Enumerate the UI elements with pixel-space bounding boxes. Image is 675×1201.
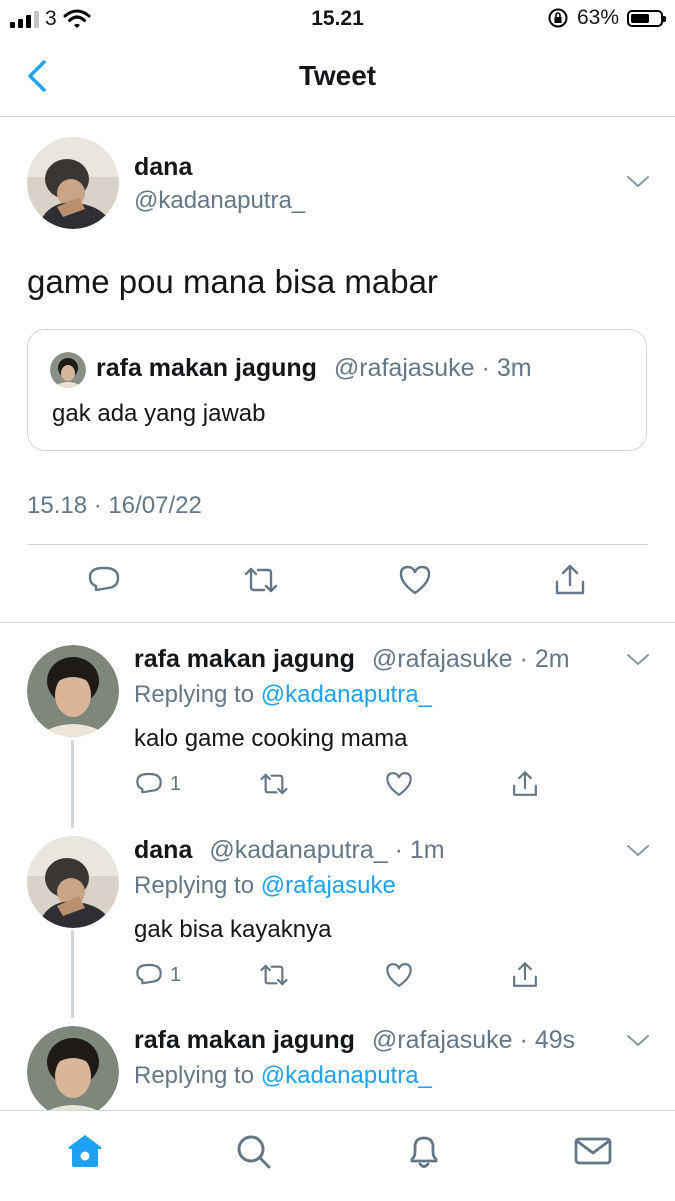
quote-time: · 3m xyxy=(481,354,532,382)
reply-header: dana @kadanaputra_ · 1m xyxy=(134,836,445,865)
quote-tweet-card[interactable]: rafa makan jagung @rafajasuke · 3m gak a… xyxy=(27,329,647,451)
reply-author-name[interactable]: rafa makan jagung xyxy=(134,1026,355,1054)
share-icon[interactable] xyxy=(552,562,588,598)
section-divider xyxy=(0,622,675,623)
reply-actions: 1 xyxy=(134,960,554,996)
replying-to-label: Replying to xyxy=(134,872,255,899)
rotation-lock-icon xyxy=(548,8,568,28)
quote-header: rafa makan jagung @rafajasuke · 3m xyxy=(96,354,532,383)
like-icon[interactable] xyxy=(397,562,433,598)
tweet-actions xyxy=(0,562,675,622)
retweet-icon[interactable] xyxy=(242,562,280,598)
reply-avatar[interactable] xyxy=(27,1026,119,1110)
bottom-tab-bar xyxy=(0,1110,675,1201)
page-title: Tweet xyxy=(298,60,377,91)
tweet-text: game pou mana bisa mabar xyxy=(27,263,438,300)
reply-text: gak bisa kayaknya xyxy=(134,916,332,943)
reply-count: 1 xyxy=(170,772,182,795)
replying-to-handle[interactable]: @kadanaputra_ xyxy=(261,681,432,708)
replying-to-handle[interactable]: @rafajasuke xyxy=(261,872,396,899)
replying-to: Replying to @kadanaputra_ xyxy=(134,1062,432,1090)
reply-author-handle[interactable]: @kadanaputra_ xyxy=(209,836,387,864)
reply-tweet[interactable]: rafa makan jagung @rafajasuke · 49s Repl… xyxy=(0,1026,675,1110)
reply-time: · 1m xyxy=(394,836,445,864)
quote-text: gak ada yang jawab xyxy=(52,400,266,427)
search-icon[interactable] xyxy=(233,1131,273,1171)
reply-avatar[interactable] xyxy=(27,645,119,737)
reply-icon[interactable] xyxy=(86,562,122,598)
author-name[interactable]: dana xyxy=(134,153,192,182)
author-avatar[interactable] xyxy=(27,137,119,229)
home-icon[interactable] xyxy=(65,1131,105,1171)
reply-author-name[interactable]: rafa makan jagung xyxy=(134,645,355,673)
quote-author-avatar xyxy=(50,352,86,388)
divider xyxy=(27,544,648,545)
replying-to-handle[interactable]: @kadanaputra_ xyxy=(261,1062,432,1089)
reply-actions: 1 xyxy=(134,769,554,805)
reply-button[interactable]: 1 xyxy=(134,960,181,990)
share-icon[interactable] xyxy=(510,769,540,799)
like-icon[interactable] xyxy=(384,769,414,799)
thread-line xyxy=(71,930,74,1018)
share-icon[interactable] xyxy=(510,960,540,990)
reply-count: 1 xyxy=(170,963,182,986)
reply-time: · 49s xyxy=(519,1026,576,1054)
quote-author-handle: @rafajasuke xyxy=(333,354,475,382)
replying-to: Replying to @rafajasuke xyxy=(134,872,396,900)
tweet-timestamp: 15.18 · 16/07/22 xyxy=(27,492,202,519)
chevron-down-icon[interactable] xyxy=(626,1034,650,1048)
reply-author-handle[interactable]: @rafajasuke xyxy=(372,1026,513,1054)
reply-icon xyxy=(136,963,162,985)
retweet-icon[interactable] xyxy=(258,769,290,799)
reply-button[interactable]: 1 xyxy=(134,769,181,799)
reply-header: rafa makan jagung @rafajasuke · 2m xyxy=(134,645,570,674)
battery-percent: 63% xyxy=(576,6,619,29)
reply-avatar[interactable] xyxy=(27,836,119,928)
replying-to-label: Replying to xyxy=(134,1062,255,1089)
reply-author-name[interactable]: dana xyxy=(134,836,192,864)
like-icon[interactable] xyxy=(384,960,414,990)
reply-text: kalo game cooking mama xyxy=(134,725,408,752)
battery-icon xyxy=(627,9,666,27)
chevron-down-icon[interactable] xyxy=(626,844,650,858)
status-right: 63% xyxy=(547,6,666,30)
nav-header: Tweet xyxy=(0,38,675,117)
thread-line xyxy=(71,740,74,828)
quote-author-name: rafa makan jagung xyxy=(96,354,317,382)
status-bar: 3 15.21 63% xyxy=(0,0,675,38)
reply-icon xyxy=(136,772,162,794)
reply-time: · 2m xyxy=(519,645,570,673)
reply-author-handle[interactable]: @rafajasuke xyxy=(372,645,513,673)
messages-icon[interactable] xyxy=(573,1131,613,1171)
chevron-down-icon[interactable] xyxy=(626,653,650,667)
chevron-down-icon[interactable] xyxy=(626,175,650,189)
retweet-icon[interactable] xyxy=(258,960,290,990)
author-handle[interactable]: @kadanaputra_ xyxy=(134,187,305,215)
notifications-icon[interactable] xyxy=(404,1131,444,1171)
reply-header: rafa makan jagung @rafajasuke · 49s xyxy=(134,1026,575,1055)
replying-to: Replying to @kadanaputra_ xyxy=(134,681,432,709)
replying-to-label: Replying to xyxy=(134,681,255,708)
